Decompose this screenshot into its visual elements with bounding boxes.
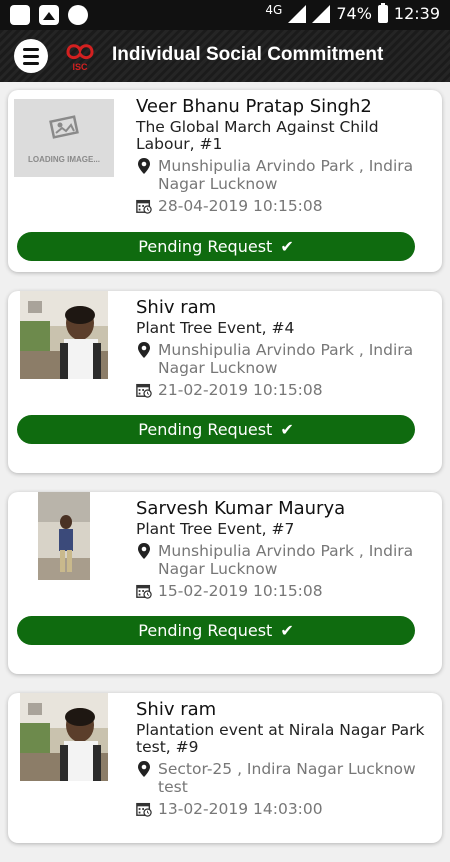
- commitment-list: LOADING IMAGE... Veer Bhanu Pratap Singh…: [8, 90, 442, 862]
- card-body: Shiv ram Plant Tree Event, #4 Munshipuli…: [136, 297, 432, 399]
- card-body: Veer Bhanu Pratap Singh2 The Global Marc…: [136, 96, 432, 215]
- user-photo: [20, 291, 108, 379]
- user-name: Sarvesh Kumar Maurya: [136, 498, 346, 519]
- notification-icon: [10, 5, 30, 25]
- battery-percent: 74%: [336, 4, 372, 23]
- loading-label: LOADING IMAGE...: [28, 155, 100, 164]
- event-location: Munshipulia Arvindo Park , Indira Nagar …: [158, 341, 414, 377]
- event-location: Munshipulia Arvindo Park , Indira Nagar …: [158, 542, 414, 578]
- calendar-clock-icon: [136, 383, 152, 398]
- user-name: Veer Bhanu Pratap Singh2: [136, 96, 372, 117]
- location-pin-icon: [138, 342, 150, 358]
- event-location: Munshipulia Arvindo Park , Indira Nagar …: [158, 157, 414, 193]
- event-datetime: 28-04-2019 10:15:08: [158, 197, 323, 215]
- clock: 12:39: [393, 4, 440, 23]
- hamburger-icon: [23, 47, 39, 51]
- location-pin-icon: [138, 158, 150, 174]
- battery-icon: [377, 2, 388, 23]
- card-body: Shiv ram Plantation event at Nirala Naga…: [136, 699, 432, 818]
- event-location: Sector-25 , Indira Nagar Lucknow test: [158, 760, 416, 796]
- network-type: 4G: [265, 2, 283, 17]
- signal-icon-2: [312, 4, 331, 23]
- menu-button[interactable]: [14, 39, 48, 73]
- app-bar: ISC Individual Social Commitment: [0, 30, 450, 82]
- event-name: Plantation event at Nirala Nagar Park te…: [136, 721, 425, 756]
- commitment-card[interactable]: Shiv ram Plantation event at Nirala Naga…: [8, 693, 442, 843]
- pending-request-button[interactable]: Pending Request ✔: [17, 415, 415, 444]
- card-body: Sarvesh Kumar Maurya Plant Tree Event, #…: [136, 498, 432, 600]
- pending-request-button[interactable]: Pending Request ✔: [17, 616, 415, 645]
- logo-text: ISC: [72, 62, 88, 72]
- signal-icon: [288, 4, 307, 23]
- user-photo: [38, 492, 90, 580]
- calendar-clock-icon: [136, 584, 152, 599]
- event-datetime: 13-02-2019 14:03:00: [158, 800, 323, 818]
- user-name: Shiv ram: [136, 297, 217, 318]
- user-photo-image: [20, 693, 108, 781]
- calendar-clock-icon: [136, 802, 152, 817]
- hamburger-line: [23, 61, 39, 65]
- check-icon: ✔: [280, 237, 294, 256]
- location-pin-icon: [138, 543, 150, 559]
- commitment-card[interactable]: Shiv ram Plant Tree Event, #4 Munshipuli…: [8, 291, 442, 473]
- status-label: Pending Request: [138, 237, 273, 256]
- user-photo-image: [20, 291, 108, 379]
- hamburger-line: [23, 54, 39, 58]
- check-icon: ✔: [280, 621, 294, 640]
- calendar-clock-icon: [136, 199, 152, 214]
- event-name: Plant Tree Event, #7: [136, 520, 295, 538]
- image-placeholder-icon: [49, 115, 79, 139]
- status-label: Pending Request: [138, 621, 273, 640]
- event-name: The Global March Against Child Labour, #…: [136, 118, 379, 153]
- user-photo: [20, 693, 108, 781]
- circle-notification-icon: [68, 5, 88, 25]
- isc-logo: ISC: [66, 44, 94, 72]
- loading-image-thumbnail: LOADING IMAGE...: [14, 99, 114, 177]
- commitment-card[interactable]: LOADING IMAGE... Veer Bhanu Pratap Singh…: [8, 90, 442, 272]
- commitment-card[interactable]: Sarvesh Kumar Maurya Plant Tree Event, #…: [8, 492, 442, 674]
- gallery-notification-icon: [39, 5, 59, 25]
- user-name: Shiv ram: [136, 699, 217, 720]
- pending-request-button[interactable]: Pending Request ✔: [17, 232, 415, 261]
- event-name: Plant Tree Event, #4: [136, 319, 295, 337]
- check-icon: ✔: [280, 420, 294, 439]
- event-datetime: 21-02-2019 10:15:08: [158, 381, 323, 399]
- status-label: Pending Request: [138, 420, 273, 439]
- user-photo-image: [38, 492, 90, 580]
- location-pin-icon: [138, 761, 150, 777]
- page-title: Individual Social Commitment: [112, 44, 384, 65]
- status-bar: 4G 74% 12:39: [0, 0, 450, 30]
- event-datetime: 15-02-2019 10:15:08: [158, 582, 323, 600]
